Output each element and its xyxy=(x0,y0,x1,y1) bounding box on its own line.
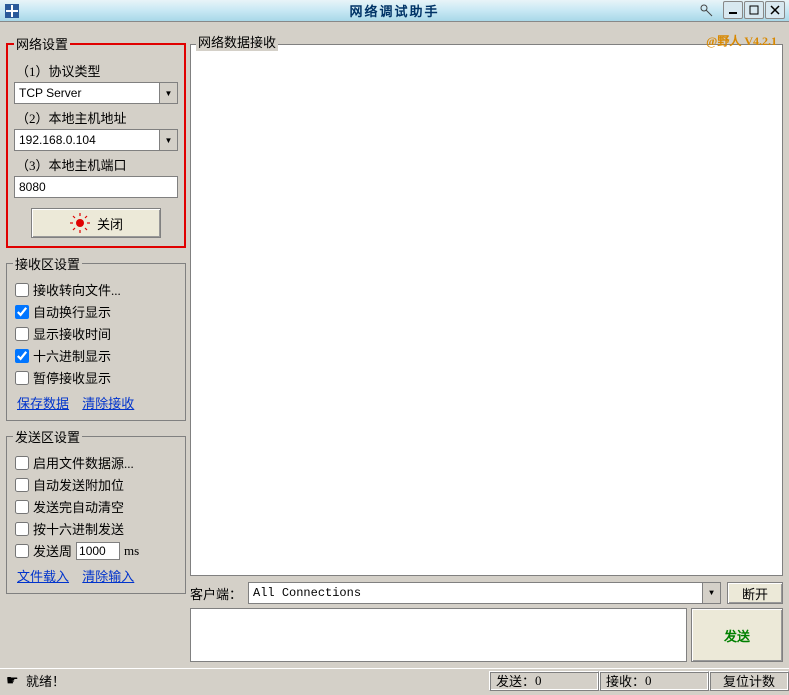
reset-count-button[interactable]: 复位计数 xyxy=(709,671,789,691)
chevron-down-icon: ▼ xyxy=(159,83,177,103)
auto-suffix-checkbox[interactable] xyxy=(15,478,29,492)
recv-to-file-checkbox[interactable] xyxy=(15,283,29,297)
clear-input-link[interactable]: 清除输入 xyxy=(82,569,134,584)
pin-icon[interactable] xyxy=(699,3,713,21)
period-send-checkbox[interactable] xyxy=(15,544,29,558)
send-count-value: 0 xyxy=(535,673,542,689)
show-time-label: 显示接收时间 xyxy=(33,324,111,343)
period-send-label: 发送周 xyxy=(33,541,72,560)
left-panel: 网络设置 （1）协议类型 TCP Server ▼ （2）本地主机地址 192.… xyxy=(6,34,186,662)
client-label: 客户端： xyxy=(190,584,242,603)
protocol-type-label: （1）协议类型 xyxy=(16,61,178,80)
hex-send-checkbox[interactable] xyxy=(15,522,29,536)
file-source-checkbox[interactable] xyxy=(15,456,29,470)
close-connection-button[interactable]: 关闭 xyxy=(31,208,161,238)
auto-clear-label: 发送完自动清空 xyxy=(33,497,124,516)
sun-icon xyxy=(69,212,91,234)
recv-count-value: 0 xyxy=(645,673,652,689)
send-row: 发送 xyxy=(190,608,783,662)
host-value: 192.168.0.104 xyxy=(19,133,96,147)
send-button-label: 发送 xyxy=(724,626,750,645)
pause-recv-checkbox[interactable] xyxy=(15,371,29,385)
host-select[interactable]: 192.168.0.104 ▼ xyxy=(14,129,178,151)
statusbar: ☛ 就绪！ 发送： 0 接收： 0 复位计数 xyxy=(0,668,789,692)
client-value: All Connections xyxy=(253,586,361,600)
host-port-label: （3）本地主机端口 xyxy=(16,155,178,174)
main-area: 网络设置 （1）协议类型 TCP Server ▼ （2）本地主机地址 192.… xyxy=(0,28,789,668)
auto-wrap-checkbox[interactable] xyxy=(15,305,29,319)
auto-wrap-label: 自动换行显示 xyxy=(33,302,111,321)
reset-count-label: 复位计数 xyxy=(723,671,775,690)
save-data-link[interactable]: 保存数据 xyxy=(17,396,69,411)
chevron-down-icon: ▼ xyxy=(159,130,177,150)
recv-area-label: 网络数据接收 xyxy=(196,32,278,51)
network-settings-legend: 网络设置 xyxy=(14,34,70,53)
port-input[interactable] xyxy=(14,176,178,198)
hand-icon: ☛ xyxy=(6,673,22,689)
maximize-button[interactable] xyxy=(744,1,764,19)
send-button[interactable]: 发送 xyxy=(691,608,783,662)
recv-textarea[interactable] xyxy=(190,44,783,576)
close-button[interactable] xyxy=(765,1,785,19)
recv-settings-legend: 接收区设置 xyxy=(13,254,82,273)
file-source-label: 启用文件数据源... xyxy=(33,453,134,472)
host-address-label: （2）本地主机地址 xyxy=(16,108,178,127)
file-load-link[interactable]: 文件载入 xyxy=(17,569,69,584)
client-select[interactable]: All Connections ▼ xyxy=(248,582,721,604)
recv-settings-group: 接收区设置 接收转向文件... 自动换行显示 显示接收时间 十六进制显示 暂停接… xyxy=(6,254,186,421)
right-panel: 网络数据接收 @野人 V4.2.1 客户端： All Connections ▼… xyxy=(190,34,783,662)
hex-send-label: 按十六进制发送 xyxy=(33,519,124,538)
network-settings-group: 网络设置 （1）协议类型 TCP Server ▼ （2）本地主机地址 192.… xyxy=(6,34,186,248)
send-count-label: 发送： xyxy=(496,671,535,690)
auto-clear-checkbox[interactable] xyxy=(15,500,29,514)
recv-header: 网络数据接收 @野人 V4.2.1 xyxy=(190,34,783,52)
send-textarea[interactable] xyxy=(190,608,687,662)
app-icon xyxy=(4,3,20,19)
send-count-cell: 发送： 0 xyxy=(489,671,599,691)
auto-suffix-label: 自动发送附加位 xyxy=(33,475,124,494)
hex-display-checkbox[interactable] xyxy=(15,349,29,363)
disconnect-label: 断开 xyxy=(742,584,768,603)
clear-recv-link[interactable]: 清除接收 xyxy=(82,396,134,411)
protocol-value: TCP Server xyxy=(19,86,81,100)
send-settings-group: 发送区设置 启用文件数据源... 自动发送附加位 发送完自动清空 按十六进制发送… xyxy=(6,427,186,594)
send-settings-legend: 发送区设置 xyxy=(13,427,82,446)
recv-count-cell: 接收： 0 xyxy=(599,671,709,691)
show-time-checkbox[interactable] xyxy=(15,327,29,341)
period-input[interactable] xyxy=(76,542,120,560)
protocol-select[interactable]: TCP Server ▼ xyxy=(14,82,178,104)
client-row: 客户端： All Connections ▼ 断开 xyxy=(190,582,783,604)
status-ready: 就绪！ xyxy=(26,671,65,690)
brand-label: @野人 V4.2.1 xyxy=(706,32,777,49)
period-unit-label: ms xyxy=(124,543,139,559)
minimize-button[interactable] xyxy=(723,1,743,19)
recv-to-file-label: 接收转向文件... xyxy=(33,280,121,299)
window-controls xyxy=(723,1,785,19)
window-title: 网络调试助手 xyxy=(349,1,439,20)
disconnect-button[interactable]: 断开 xyxy=(727,582,783,604)
titlebar: 网络调试助手 xyxy=(0,0,789,22)
hex-display-label: 十六进制显示 xyxy=(33,346,111,365)
chevron-down-icon: ▼ xyxy=(702,583,720,603)
recv-count-label: 接收： xyxy=(606,671,645,690)
close-button-label: 关闭 xyxy=(97,214,123,233)
pause-recv-label: 暂停接收显示 xyxy=(33,368,111,387)
